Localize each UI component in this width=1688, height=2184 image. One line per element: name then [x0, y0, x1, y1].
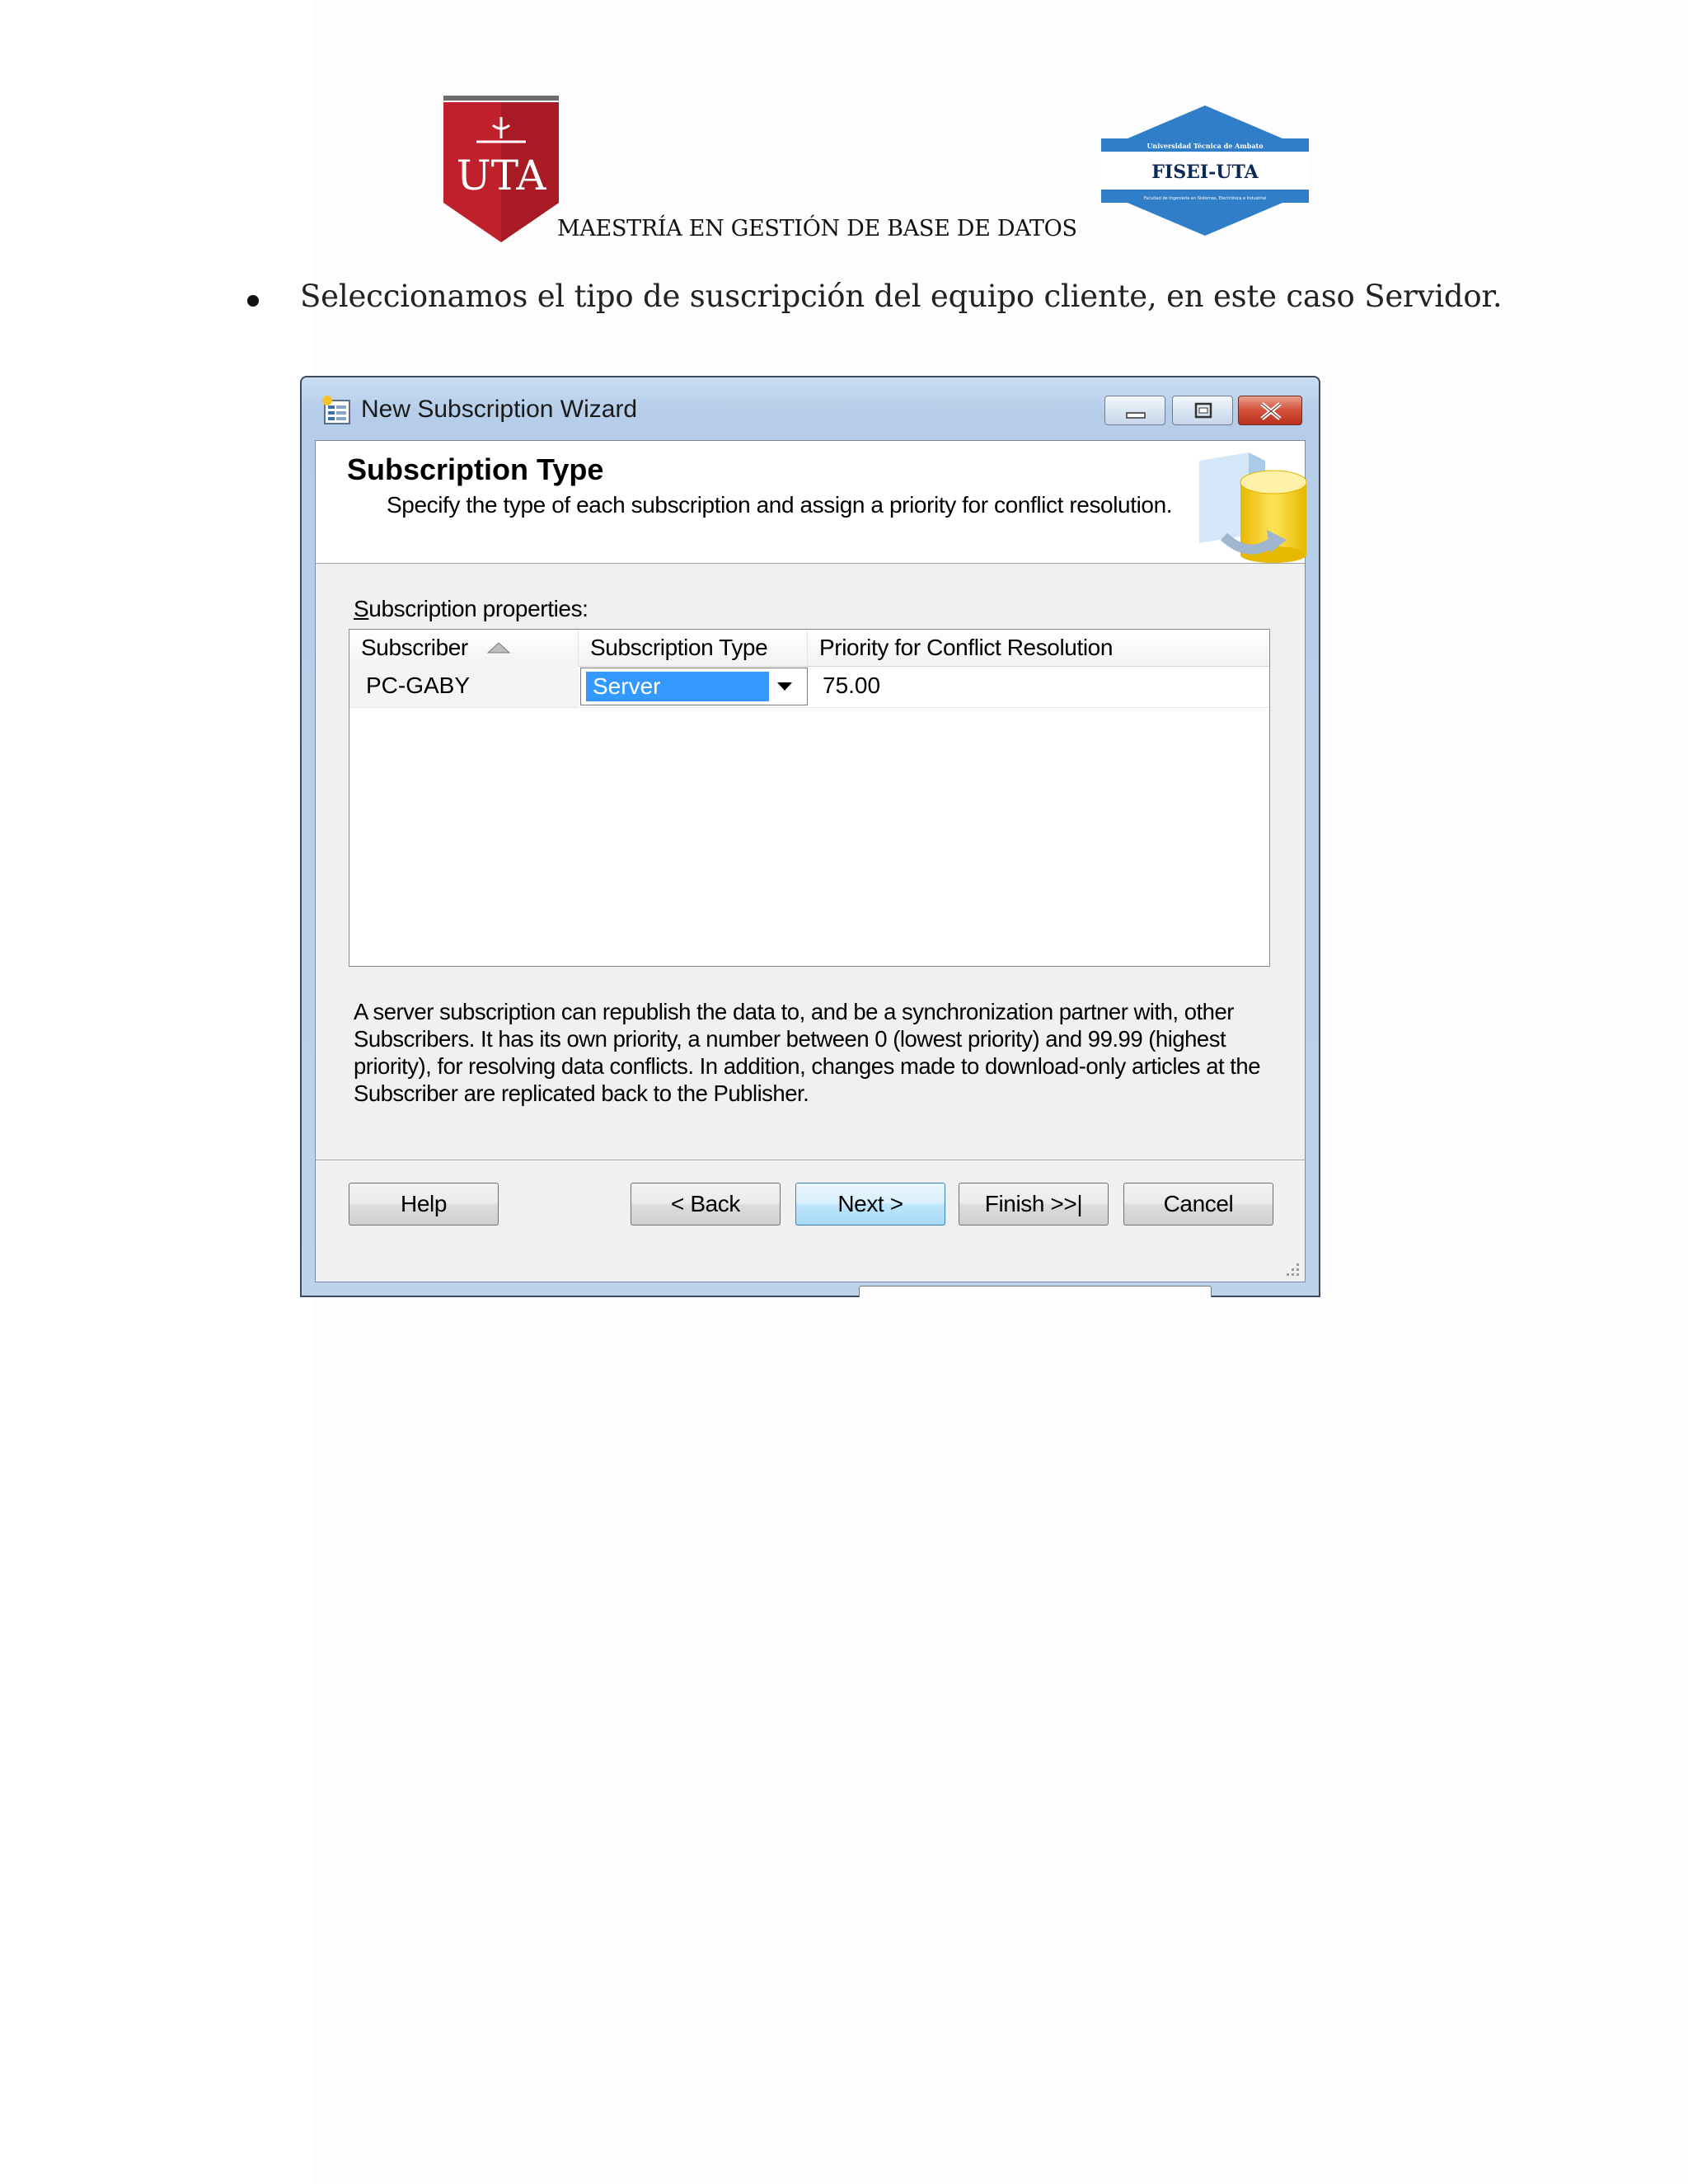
properties-label-text: ubscription properties: — [368, 596, 588, 621]
wizard-banner: Subscription Type Specify the type of ea… — [316, 441, 1306, 564]
title-bar[interactable]: New Subscription Wizard — [302, 377, 1319, 440]
next-button[interactable]: Next > — [795, 1183, 945, 1226]
tooltip-partial — [859, 1286, 1212, 1297]
dialog-title: New Subscription Wizard — [361, 396, 638, 423]
minimize-icon — [1126, 412, 1146, 419]
fisei-logo: Universidad Técnica de Ambato FISEI-UTA … — [1101, 105, 1309, 236]
database-subscription-icon — [1199, 452, 1306, 563]
subscription-properties-label: Subscription properties: — [354, 596, 588, 622]
bullet-icon — [247, 295, 259, 307]
cell-subscriber: PC-GABY — [349, 666, 579, 707]
program-title: MAESTRÍA EN GESTIÓN DE BASE DE DATOS — [557, 216, 1077, 241]
cell-priority[interactable]: 75.00 — [811, 666, 880, 707]
back-button[interactable]: < Back — [631, 1183, 781, 1226]
close-button[interactable] — [1238, 396, 1302, 425]
column-header-label: Subscriber — [361, 635, 468, 660]
properties-label-accelerator: S — [354, 596, 369, 621]
subscription-type-dropdown[interactable]: Server — [580, 668, 808, 705]
uta-logo-text: UTA — [457, 152, 547, 199]
page-title: Subscription Type — [347, 452, 604, 486]
subscription-type-selected-value: Server — [586, 672, 769, 701]
resize-grip-icon[interactable] — [1283, 1260, 1301, 1278]
maximize-button[interactable] — [1172, 396, 1233, 425]
table-row[interactable]: PC-GABY Server 75.00 — [349, 666, 1269, 708]
grid-header: Subscriber Subscription Type Priority fo… — [349, 630, 1269, 667]
chevron-down-icon[interactable] — [776, 680, 794, 693]
uta-logo: UTA — [443, 96, 559, 242]
sort-ascending-icon — [486, 642, 511, 654]
fisei-logo-main-text: FISEI-UTA — [1151, 162, 1259, 183]
column-header-priority[interactable]: Priority for Conflict Resolution — [808, 630, 1269, 666]
wizard-dialog: New Subscription Wizard Subscription Typ… — [300, 376, 1320, 1297]
wizard-app-icon — [322, 396, 350, 424]
column-header-subscriber[interactable]: Subscriber — [349, 630, 579, 666]
cancel-button[interactable]: Cancel — [1123, 1183, 1273, 1226]
close-icon — [1260, 402, 1282, 420]
dialog-client-area: Subscription Type Specify the type of ea… — [315, 440, 1306, 1282]
finish-button[interactable]: Finish >>| — [959, 1183, 1109, 1226]
column-header-subscription-type[interactable]: Subscription Type — [579, 630, 808, 666]
page-subtitle: Specify the type of each subscription an… — [387, 492, 1173, 518]
maximize-icon — [1194, 402, 1212, 419]
instruction-text: Seleccionamos el tipo de suscripción del… — [300, 279, 1503, 314]
button-separator — [316, 1160, 1305, 1161]
minimize-button[interactable] — [1104, 396, 1165, 425]
subscription-type-description: A server subscription can republish the … — [354, 999, 1261, 1106]
subscription-grid: Subscriber Subscription Type Priority fo… — [349, 629, 1270, 967]
help-button[interactable]: Help — [349, 1183, 499, 1226]
fisei-logo-bottom-text: Facultad de Ingeniería en Sistemas, Elec… — [1144, 195, 1266, 201]
fisei-logo-top-text: Universidad Técnica de Ambato — [1146, 142, 1264, 150]
